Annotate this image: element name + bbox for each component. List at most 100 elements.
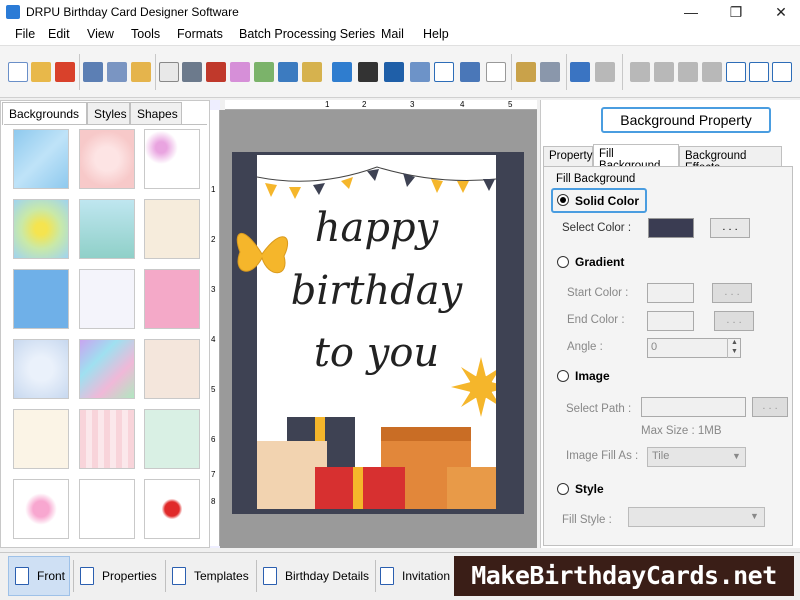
bottom-separator xyxy=(375,560,376,592)
background-thumb-red-hearts[interactable] xyxy=(144,479,200,539)
bottom-tab-properties[interactable]: Properties xyxy=(80,556,162,596)
print-preview-icon[interactable] xyxy=(159,62,179,82)
invitation-icon xyxy=(380,567,394,585)
fill-style-dropdown[interactable] xyxy=(628,507,765,527)
gift-icon[interactable] xyxy=(230,62,250,82)
tab-backgrounds[interactable]: Backgrounds xyxy=(2,102,87,125)
background-thumb-rainbow[interactable] xyxy=(79,339,135,399)
actual-size-icon[interactable] xyxy=(749,62,769,82)
restore-button[interactable]: ❐ xyxy=(721,2,751,22)
card-text-line1[interactable]: happy xyxy=(257,205,496,251)
gradient-label[interactable]: Gradient xyxy=(575,255,624,269)
start-color-button[interactable]: . . . xyxy=(712,283,752,303)
select-color-button[interactable]: . . . xyxy=(710,218,750,238)
background-thumb-colorful-balloons[interactable] xyxy=(144,409,200,469)
gradient-radio[interactable] xyxy=(557,256,569,268)
line-icon[interactable] xyxy=(486,62,506,82)
close-doc-icon[interactable] xyxy=(55,62,75,82)
end-color-field[interactable] xyxy=(647,311,694,331)
minimize-button[interactable]: — xyxy=(676,2,706,22)
close-button[interactable]: ✕ xyxy=(766,2,796,22)
background-thumb-balloon-clusters[interactable] xyxy=(79,479,135,539)
end-color-button[interactable]: . . . xyxy=(714,311,754,331)
style-radio[interactable] xyxy=(557,483,569,495)
background-thumb-blue-pattern[interactable] xyxy=(13,129,69,189)
background-thumb-flowers[interactable] xyxy=(13,199,69,259)
tab-background-effects[interactable]: Background Effects xyxy=(679,146,782,174)
menu-formats[interactable]: Formats xyxy=(177,27,223,41)
background-thumb-pink-pattern[interactable] xyxy=(79,129,135,189)
background-thumb-beige-pattern[interactable] xyxy=(144,339,200,399)
text-icon[interactable] xyxy=(384,62,404,82)
menu-edit[interactable]: Edit xyxy=(48,27,70,41)
tab-styles[interactable]: Styles xyxy=(87,102,130,124)
print-icon[interactable] xyxy=(182,62,202,82)
database-grey-icon[interactable] xyxy=(540,62,560,82)
menu-view[interactable]: View xyxy=(87,27,114,41)
tab-shapes[interactable]: Shapes xyxy=(130,102,182,124)
paste-icon[interactable] xyxy=(678,62,698,82)
angle-spin-icon[interactable]: ▲ ▼ xyxy=(727,338,741,358)
start-color-field[interactable] xyxy=(647,283,694,303)
background-thumb-butterflies[interactable] xyxy=(144,129,200,189)
watermark-icon[interactable] xyxy=(332,62,352,82)
open-folder-icon[interactable] xyxy=(31,62,51,82)
card-text-line2[interactable]: birthday xyxy=(257,268,496,314)
select-path-field[interactable] xyxy=(641,397,746,417)
menu-mail[interactable]: Mail xyxy=(381,27,404,41)
save-icon[interactable] xyxy=(83,62,103,82)
grid-icon[interactable] xyxy=(726,62,746,82)
bottom-separator xyxy=(165,560,166,592)
window-title: DRPU Birthday Card Designer Software xyxy=(26,5,239,19)
word-art-icon[interactable] xyxy=(410,62,430,82)
ruler-left xyxy=(210,110,220,546)
menu-help[interactable]: Help xyxy=(423,27,449,41)
background-property-button[interactable]: Background Property xyxy=(601,107,771,133)
fit-window-icon[interactable] xyxy=(772,62,792,82)
export-icon[interactable] xyxy=(131,62,151,82)
bottom-tab-templates[interactable]: Templates xyxy=(172,556,252,596)
background-thumb-pink-stripes[interactable] xyxy=(79,409,135,469)
background-thumb-balloons[interactable] xyxy=(79,269,135,329)
solid-color-radio[interactable] xyxy=(557,194,569,206)
menu-file[interactable]: File xyxy=(15,27,35,41)
style-label[interactable]: Style xyxy=(575,482,604,496)
background-thumb-stars[interactable] xyxy=(13,269,69,329)
copy-icon[interactable] xyxy=(654,62,674,82)
tab-property[interactable]: Property xyxy=(543,146,593,166)
image-label[interactable]: Image xyxy=(575,369,610,383)
menu-batch-processing[interactable]: Batch Processing Series xyxy=(239,27,375,41)
start-color-label: Start Color : xyxy=(567,287,629,299)
pen-icon[interactable] xyxy=(278,62,298,82)
bottom-tab-front[interactable]: Front xyxy=(8,556,70,596)
bottom-tab-birthday-details[interactable]: Birthday Details xyxy=(263,556,373,596)
background-thumb-cartoon[interactable] xyxy=(79,199,135,259)
solid-color-label[interactable]: Solid Color xyxy=(575,194,639,208)
database-icon[interactable] xyxy=(516,62,536,82)
selected-color-swatch[interactable] xyxy=(648,218,694,238)
background-thumb-balloons-bird[interactable] xyxy=(144,199,200,259)
delete-icon[interactable] xyxy=(702,62,722,82)
select-path-button[interactable]: . . . xyxy=(752,397,788,417)
mail-icon[interactable] xyxy=(460,62,480,82)
image-icon[interactable] xyxy=(254,62,274,82)
birthday-details-icon xyxy=(263,567,277,585)
tab-fill-background[interactable]: Fill Background xyxy=(593,144,679,172)
background-thumb-happy-birthday[interactable] xyxy=(13,409,69,469)
barcode-icon[interactable] xyxy=(358,62,378,82)
image-radio[interactable] xyxy=(557,370,569,382)
shape-icon[interactable] xyxy=(302,62,322,82)
background-thumb-bubbles[interactable] xyxy=(13,339,69,399)
signature-icon[interactable] xyxy=(434,62,454,82)
cut-icon[interactable] xyxy=(630,62,650,82)
copy-design-icon[interactable] xyxy=(206,62,226,82)
new-icon[interactable] xyxy=(8,62,28,82)
background-thumb-pink-birthday[interactable] xyxy=(144,269,200,329)
undo-icon[interactable] xyxy=(570,62,590,82)
redo-icon[interactable] xyxy=(595,62,615,82)
save-as-icon[interactable] xyxy=(107,62,127,82)
bottom-tab-invitation[interactable]: Invitation xyxy=(380,556,452,596)
background-thumb-hearts[interactable] xyxy=(13,479,69,539)
card-text-line3[interactable]: to you xyxy=(257,330,496,376)
menu-tools[interactable]: Tools xyxy=(131,27,160,41)
